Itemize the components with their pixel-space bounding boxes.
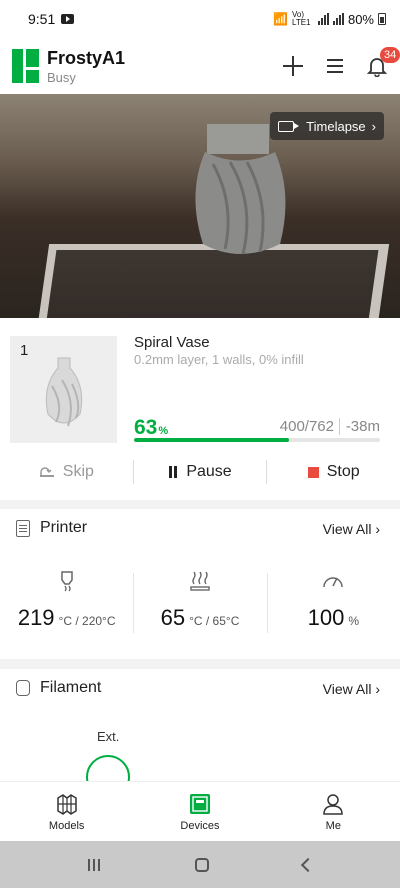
home-icon[interactable]: [195, 857, 209, 872]
nav-me[interactable]: Me: [267, 782, 400, 841]
battery-percent: 80%: [347, 11, 374, 27]
printer-view-all-label: View All: [322, 521, 372, 537]
heatbed-icon: [190, 571, 210, 591]
nozzle-temp-value: 219: [17, 605, 55, 630]
nav-models-label: Models: [48, 819, 85, 832]
chevron-right-icon: ›: [375, 681, 380, 697]
printer-section-title: Printer: [40, 519, 88, 536]
model-thumbnail[interactable]: 1: [10, 336, 117, 443]
status-icons: 📶 Vo) LTE1 80%: [273, 11, 386, 27]
nav-me-label: Me: [325, 819, 341, 832]
signal-icon: [317, 13, 329, 25]
chevron-right-icon: ›: [375, 521, 380, 537]
pause-label: Pause: [186, 463, 232, 480]
filament-view-all-label: View All: [322, 681, 372, 697]
timelapse-button[interactable]: Timelapse ›: [270, 112, 384, 140]
nozzle-icon: [60, 571, 73, 592]
back-icon[interactable]: [300, 857, 316, 872]
filament-section: Filament View All › Ext.: [0, 669, 400, 781]
printer-section: Printer View All › 219 °C / 220°C 65 °C / …: [0, 509, 400, 659]
wifi-calling-icon: 📶: [273, 12, 288, 26]
video-camera-icon: [278, 120, 300, 132]
speed-unit: %: [348, 614, 360, 628]
timelapse-label: Timelapse: [306, 118, 366, 134]
notification-badge: 34: [380, 47, 400, 63]
skip-icon: [39, 467, 54, 477]
external-spool-slot[interactable]: [86, 755, 130, 781]
nav-devices[interactable]: Devices: [133, 782, 266, 841]
nozzle-temp[interactable]: 219 °C / 220°C: [0, 569, 133, 639]
bed-temp-unit: °C / 65°C: [189, 614, 240, 628]
network-label: Vo) LTE1: [291, 10, 311, 27]
bottom-navigation: Models Devices Me: [0, 781, 400, 841]
external-spool-label: Ext.: [97, 729, 120, 744]
print-job-card: 1 Spiral Vase 0.2mm layer, 1 walls, 0% i…: [0, 318, 400, 500]
app-header: FrostyA1 Busy 34: [0, 38, 400, 94]
nav-devices-label: Devices: [180, 819, 220, 832]
camera-vase-image: [195, 124, 286, 255]
bed-temp-value: 65: [160, 605, 186, 630]
speed-value: 100: [307, 605, 345, 630]
skip-button[interactable]: Skip: [0, 459, 133, 485]
job-details: 0.2mm layer, 1 walls, 0% infill: [134, 352, 304, 367]
status-bar: 9:51 📶 Vo) LTE1 80%: [0, 0, 400, 38]
signal2-icon: [332, 13, 344, 25]
print-speed[interactable]: 100%: [266, 569, 400, 639]
progress-bar: [134, 438, 380, 442]
printer-section-header: Printer: [16, 519, 87, 537]
printer-info-icon: [16, 519, 30, 537]
filament-section-title: Filament: [40, 679, 102, 696]
bambu-logo-icon: [12, 49, 39, 83]
layer-count: 400/762: [279, 418, 334, 435]
printer-title[interactable]: FrostyA1 Busy: [47, 48, 125, 85]
filament-view-all-link[interactable]: View All ›: [323, 681, 380, 697]
profile-icon: [323, 793, 344, 815]
notification-bell-icon[interactable]: 34: [366, 47, 400, 78]
models-icon: [56, 793, 77, 815]
printer-view-all-link[interactable]: View All ›: [323, 521, 380, 537]
pause-button[interactable]: Pause: [134, 459, 267, 485]
stop-button[interactable]: Stop: [267, 459, 400, 485]
pause-icon: [168, 466, 178, 478]
progress-percent-value: 63: [134, 416, 158, 439]
plate-number: 1: [20, 342, 29, 359]
system-navigation: [0, 841, 400, 888]
time-remaining: -38m: [338, 418, 380, 435]
chevron-right-icon: ›: [371, 118, 376, 134]
filament-spool-icon: [16, 680, 30, 696]
battery-icon: [378, 13, 386, 25]
printer-name: FrostyA1: [47, 47, 126, 68]
stop-label: Stop: [326, 463, 360, 480]
recent-apps-icon[interactable]: [87, 858, 101, 872]
camera-feed[interactable]: Timelapse ›: [0, 94, 400, 318]
job-name: Spiral Vase: [134, 334, 210, 351]
progress-bar-fill: [134, 438, 289, 442]
skip-label: Skip: [62, 463, 94, 480]
youtube-icon: [61, 14, 75, 24]
stop-icon: [307, 466, 319, 478]
filament-section-header: Filament: [16, 679, 101, 697]
vase-thumbnail-image: [45, 357, 83, 427]
add-icon[interactable]: [282, 55, 304, 77]
printer-stats: 219 °C / 220°C 65 °C / 65°C 100%: [0, 569, 400, 639]
status-time: 9:51: [28, 11, 56, 27]
progress-percent: 63%: [134, 416, 169, 439]
menu-icon[interactable]: [324, 55, 346, 77]
devices-icon: [189, 793, 210, 814]
job-controls: Skip Pause Stop: [0, 454, 400, 490]
nav-models[interactable]: Models: [0, 782, 133, 841]
bed-temp[interactable]: 65 °C / 65°C: [133, 569, 266, 639]
nozzle-temp-unit: °C / 220°C: [58, 614, 116, 628]
speed-gauge-icon: [323, 577, 344, 588]
printer-state: Busy: [47, 69, 76, 85]
